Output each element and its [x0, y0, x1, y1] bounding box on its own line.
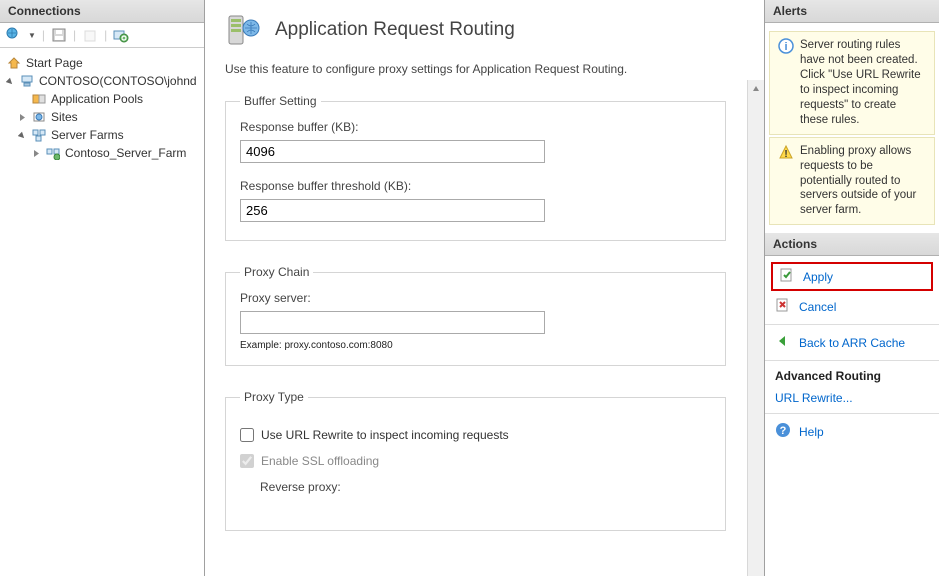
alert-info: i Server routing rules have not been cre… [769, 31, 935, 135]
tree-start-page[interactable]: Start Page [4, 54, 200, 72]
app-pools-icon [31, 91, 47, 107]
cancel-action[interactable]: Cancel [765, 293, 939, 320]
divider [765, 360, 939, 361]
tree-server-node[interactable]: CONTOSO(CONTOSO\johnd [4, 72, 200, 90]
sites-icon [31, 109, 47, 125]
proxy-type-legend: Proxy Type [240, 390, 308, 404]
proxy-chain-legend: Proxy Chain [240, 265, 313, 279]
response-buffer-threshold-label: Response buffer threshold (KB): [240, 179, 711, 193]
divider [765, 324, 939, 325]
page-description: Use this feature to configure proxy sett… [225, 62, 746, 76]
dropdown-arrow-icon[interactable]: ▼ [28, 31, 36, 40]
svg-text:i: i [784, 41, 787, 53]
proxy-type-group: Proxy Type Use URL Rewrite to inspect in… [225, 390, 726, 531]
connections-tree: Start Page CONTOSO(CONTOSO\johnd Applica… [0, 48, 204, 168]
expand-icon[interactable] [32, 149, 41, 158]
alerts-header: Alerts [765, 0, 939, 23]
tree-sites[interactable]: Sites [4, 108, 200, 126]
save-icon[interactable] [51, 27, 67, 43]
tree-label: Start Page [26, 56, 83, 70]
tree-label: CONTOSO(CONTOSO\johnd [39, 74, 197, 88]
tree-label: Sites [51, 110, 78, 124]
advanced-routing-label: Advanced Routing [775, 369, 881, 383]
buffer-setting-legend: Buffer Setting [240, 94, 321, 108]
use-url-rewrite-checkbox[interactable] [240, 428, 254, 442]
tree-app-pools[interactable]: Application Pools [4, 90, 200, 108]
apply-action[interactable]: Apply [771, 262, 933, 291]
advanced-routing-heading: Advanced Routing [765, 365, 939, 387]
server-icon [19, 73, 35, 89]
toolbar-divider: | [42, 28, 45, 42]
refresh-server-icon[interactable] [113, 27, 129, 43]
url-rewrite-action[interactable]: URL Rewrite... [765, 387, 939, 409]
back-action[interactable]: Back to ARR Cache [765, 329, 939, 356]
enable-ssl-offloading-checkbox [240, 454, 254, 468]
home-icon [6, 55, 22, 71]
cancel-label: Cancel [799, 300, 836, 314]
back-arrow-icon [775, 333, 791, 352]
tree-label: Contoso_Server_Farm [65, 146, 186, 160]
actions-body: Apply Cancel Back to ARR Cache Advanced … [765, 256, 939, 449]
apply-icon [779, 267, 795, 286]
alerts-body: i Server routing rules have not been cre… [765, 23, 939, 233]
arr-icon [225, 10, 261, 50]
tree-farm-item[interactable]: Contoso_Server_Farm [4, 144, 200, 162]
proxy-chain-group: Proxy Chain Proxy server: Example: proxy… [225, 265, 726, 366]
divider [765, 413, 939, 414]
svg-text:!: ! [784, 149, 787, 160]
response-buffer-label: Response buffer (KB): [240, 120, 711, 134]
svg-text:?: ? [780, 425, 787, 437]
apply-label: Apply [803, 270, 833, 284]
proxy-server-input[interactable] [240, 311, 545, 334]
response-buffer-threshold-input[interactable] [240, 199, 545, 222]
use-url-rewrite-row[interactable]: Use URL Rewrite to inspect incoming requ… [240, 428, 711, 442]
alert-message: Server routing rules have not been creat… [800, 38, 926, 128]
server-farm-item-icon [45, 145, 61, 161]
buffer-setting-group: Buffer Setting Response buffer (KB): Res… [225, 94, 726, 241]
connections-toolbar: ▼ | | | [0, 23, 204, 48]
tree-label: Server Farms [51, 128, 124, 142]
help-action[interactable]: ? Help [765, 418, 939, 445]
url-rewrite-label: URL Rewrite... [775, 391, 853, 405]
help-label: Help [799, 425, 824, 439]
proxy-server-label: Proxy server: [240, 291, 711, 305]
back-label: Back to ARR Cache [799, 336, 905, 350]
content-header: Application Request Routing [225, 10, 746, 50]
cancel-icon [775, 297, 791, 316]
reverse-proxy-label: Reverse proxy: [260, 480, 711, 494]
content-pane: Application Request Routing Use this fea… [205, 0, 764, 576]
enable-ssl-offloading-label: Enable SSL offloading [261, 454, 379, 468]
expand-icon[interactable] [18, 113, 27, 122]
connections-panel: Connections ▼ | | | Start Page [0, 0, 205, 576]
info-icon: i [778, 38, 794, 128]
collapse-icon[interactable] [18, 131, 27, 140]
warning-icon: ! [778, 144, 794, 219]
globe-connect-icon[interactable] [6, 27, 22, 43]
proxy-example-text: Example: proxy.contoso.com:8080 [240, 340, 711, 351]
help-icon: ? [775, 422, 791, 441]
toolbar-divider: | [104, 28, 107, 42]
enable-ssl-offloading-row: Enable SSL offloading [240, 454, 711, 468]
alert-warning: ! Enabling proxy allows requests to be p… [769, 137, 935, 226]
actions-header: Actions [765, 233, 939, 256]
content-scrollbar[interactable] [747, 80, 764, 576]
connections-header: Connections [0, 0, 204, 23]
right-panel: Alerts i Server routing rules have not b… [764, 0, 939, 576]
toolbar-divider: | [73, 28, 76, 42]
use-url-rewrite-label: Use URL Rewrite to inspect incoming requ… [261, 428, 509, 442]
server-farms-icon [31, 127, 47, 143]
tree-label: Application Pools [51, 92, 143, 106]
collapse-icon[interactable] [6, 77, 15, 86]
response-buffer-input[interactable] [240, 140, 545, 163]
tree-server-farms[interactable]: Server Farms [4, 126, 200, 144]
delete-icon[interactable] [82, 27, 98, 43]
page-title: Application Request Routing [275, 19, 515, 41]
scroll-up-icon[interactable] [748, 80, 764, 97]
alert-message: Enabling proxy allows requests to be pot… [800, 144, 926, 219]
